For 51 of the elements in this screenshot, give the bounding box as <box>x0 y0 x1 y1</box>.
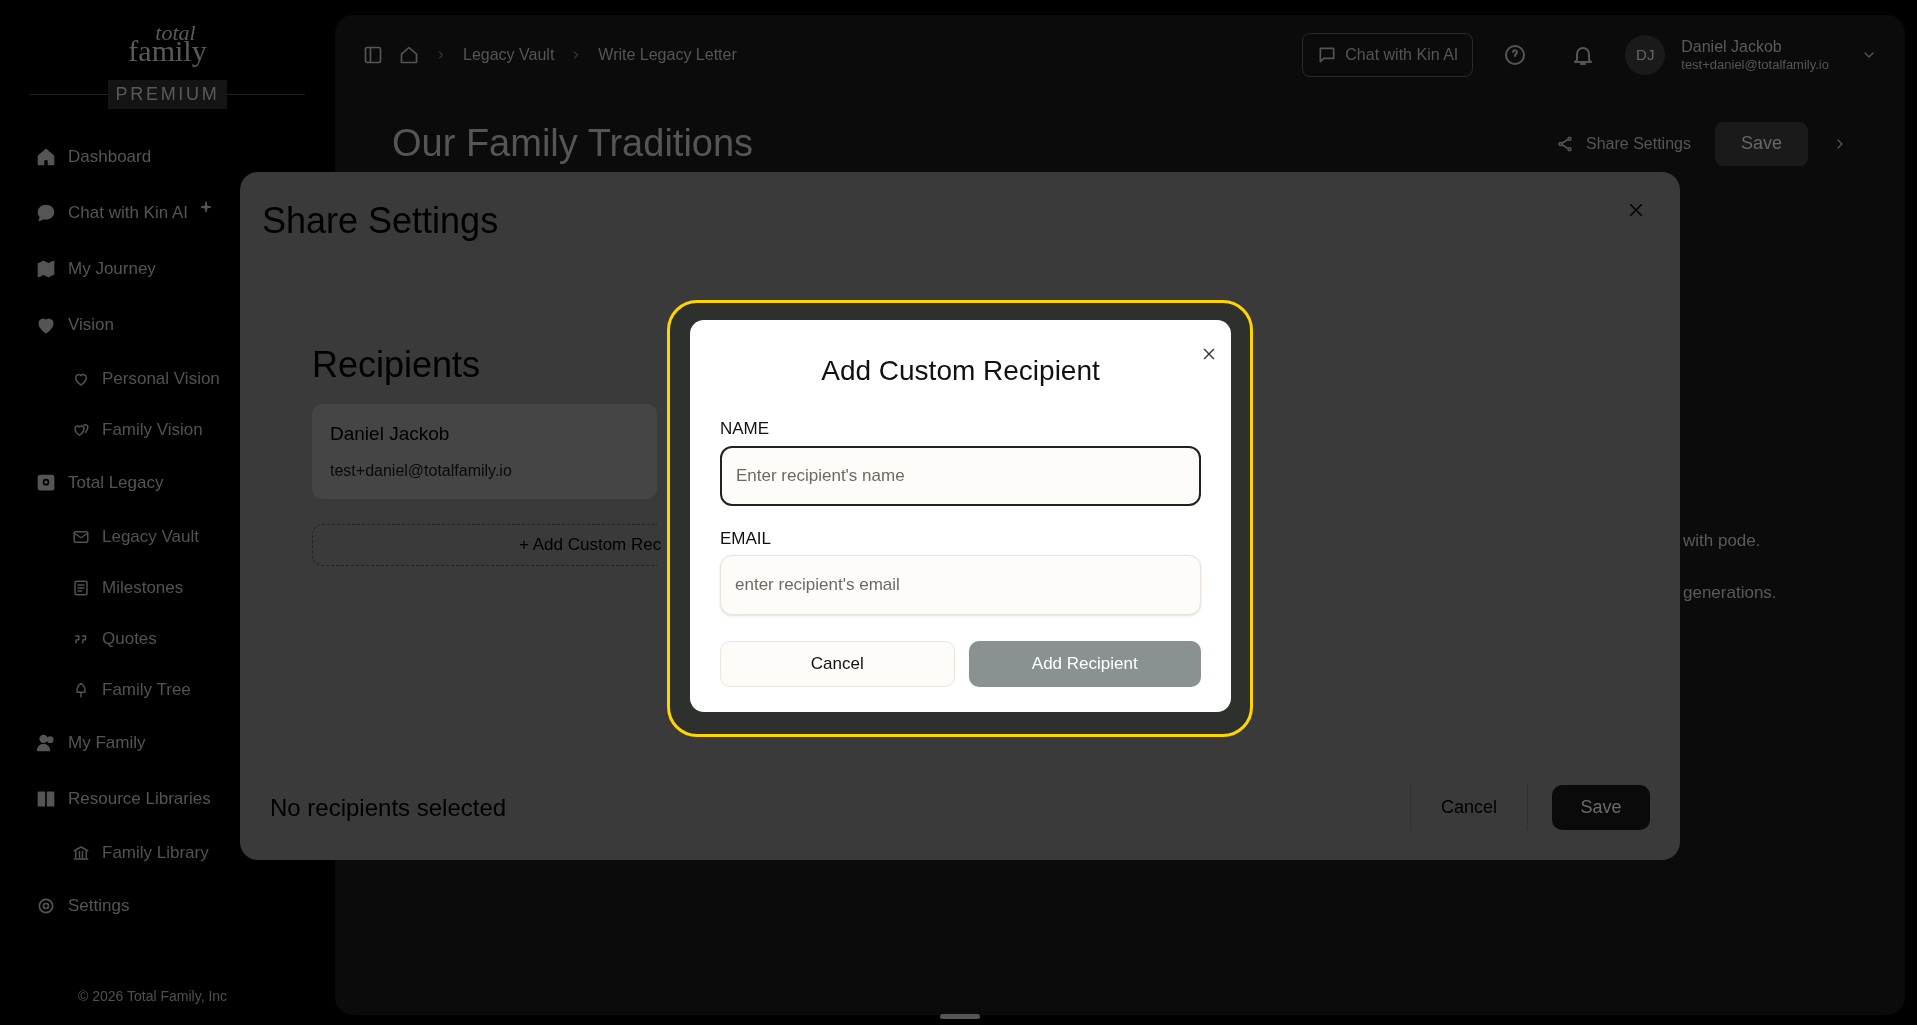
share-icon <box>1556 134 1574 153</box>
text-input-field[interactable]: Enter recipient's name <box>720 445 1201 506</box>
people-icon <box>36 733 56 753</box>
recipient-name: Daniel Jackob <box>330 422 451 447</box>
page-title: Our Family Traditions <box>392 121 754 166</box>
sidebar-subitem[interactable]: Quotes <box>0 613 335 664</box>
chat-icon <box>1317 45 1338 65</box>
bank-icon <box>72 843 90 862</box>
body-text: generations. <box>1683 582 1777 604</box>
copyright-text: © 2026 Total Family, Inc <box>78 987 228 1006</box>
sidebar-item[interactable]: My Family <box>0 715 335 771</box>
sidebar-item[interactable]: Dashboard <box>0 129 335 185</box>
home-icon <box>399 45 419 65</box>
notebook-icon <box>72 578 90 597</box>
section-heading: Recipients <box>312 343 481 387</box>
cancel-button[interactable]: Cancel <box>720 641 955 687</box>
user-email: test+daniel@totalfamily.io <box>1681 56 1829 74</box>
sidebar-subitem[interactable]: Family Library <box>0 827 335 878</box>
sidebar-item[interactable]: My Journey <box>0 241 335 297</box>
book-icon <box>36 789 56 809</box>
chat-button[interactable]: Chat with Kin AI <box>1302 33 1474 77</box>
breadcrumb-link[interactable]: Legacy Vault <box>463 43 555 67</box>
recipient-email: test+daniel@totalfamily.io <box>330 460 513 481</box>
body-text: with pode. <box>1683 530 1761 552</box>
user-name: Daniel Jackob <box>1681 36 1783 57</box>
dialog-title: Add Custom Recipient <box>820 354 1101 388</box>
drag-handle[interactable] <box>940 1014 980 1019</box>
sidebar-toggle-icon <box>363 45 383 65</box>
breadcrumb-link[interactable]: Write Legacy Letter <box>598 43 737 67</box>
sparkle-icon <box>200 201 212 213</box>
safe-icon <box>36 473 56 493</box>
cancel-button[interactable]: Cancel <box>1409 785 1528 830</box>
modal-title: Share Settings <box>262 199 499 243</box>
home-icon <box>36 147 56 167</box>
sidebar-subitem[interactable]: Family Tree <box>0 664 335 715</box>
field-label: NAME <box>720 418 771 440</box>
chat-bubble-icon <box>36 203 56 223</box>
field-label: EMAIL <box>720 527 773 550</box>
sidebar-item[interactable]: Settings <box>0 878 335 934</box>
map-icon <box>36 259 56 279</box>
save-button[interactable]: Save <box>1552 785 1650 830</box>
recipient-card[interactable]: Daniel Jackob test+daniel@totalfamily.io <box>312 404 657 499</box>
share-settings-link[interactable]: Share Settings <box>1556 131 1691 156</box>
close-icon <box>1627 201 1645 219</box>
close-icon <box>1201 346 1217 362</box>
avatar[interactable]: DJ <box>1625 35 1666 75</box>
save-button[interactable]: Save <box>1714 121 1808 166</box>
premium-badge: PREMIUM <box>107 80 228 109</box>
help-icon <box>1503 43 1528 67</box>
logo: total family <box>127 19 208 66</box>
status-text: No recipients selected <box>270 792 507 823</box>
